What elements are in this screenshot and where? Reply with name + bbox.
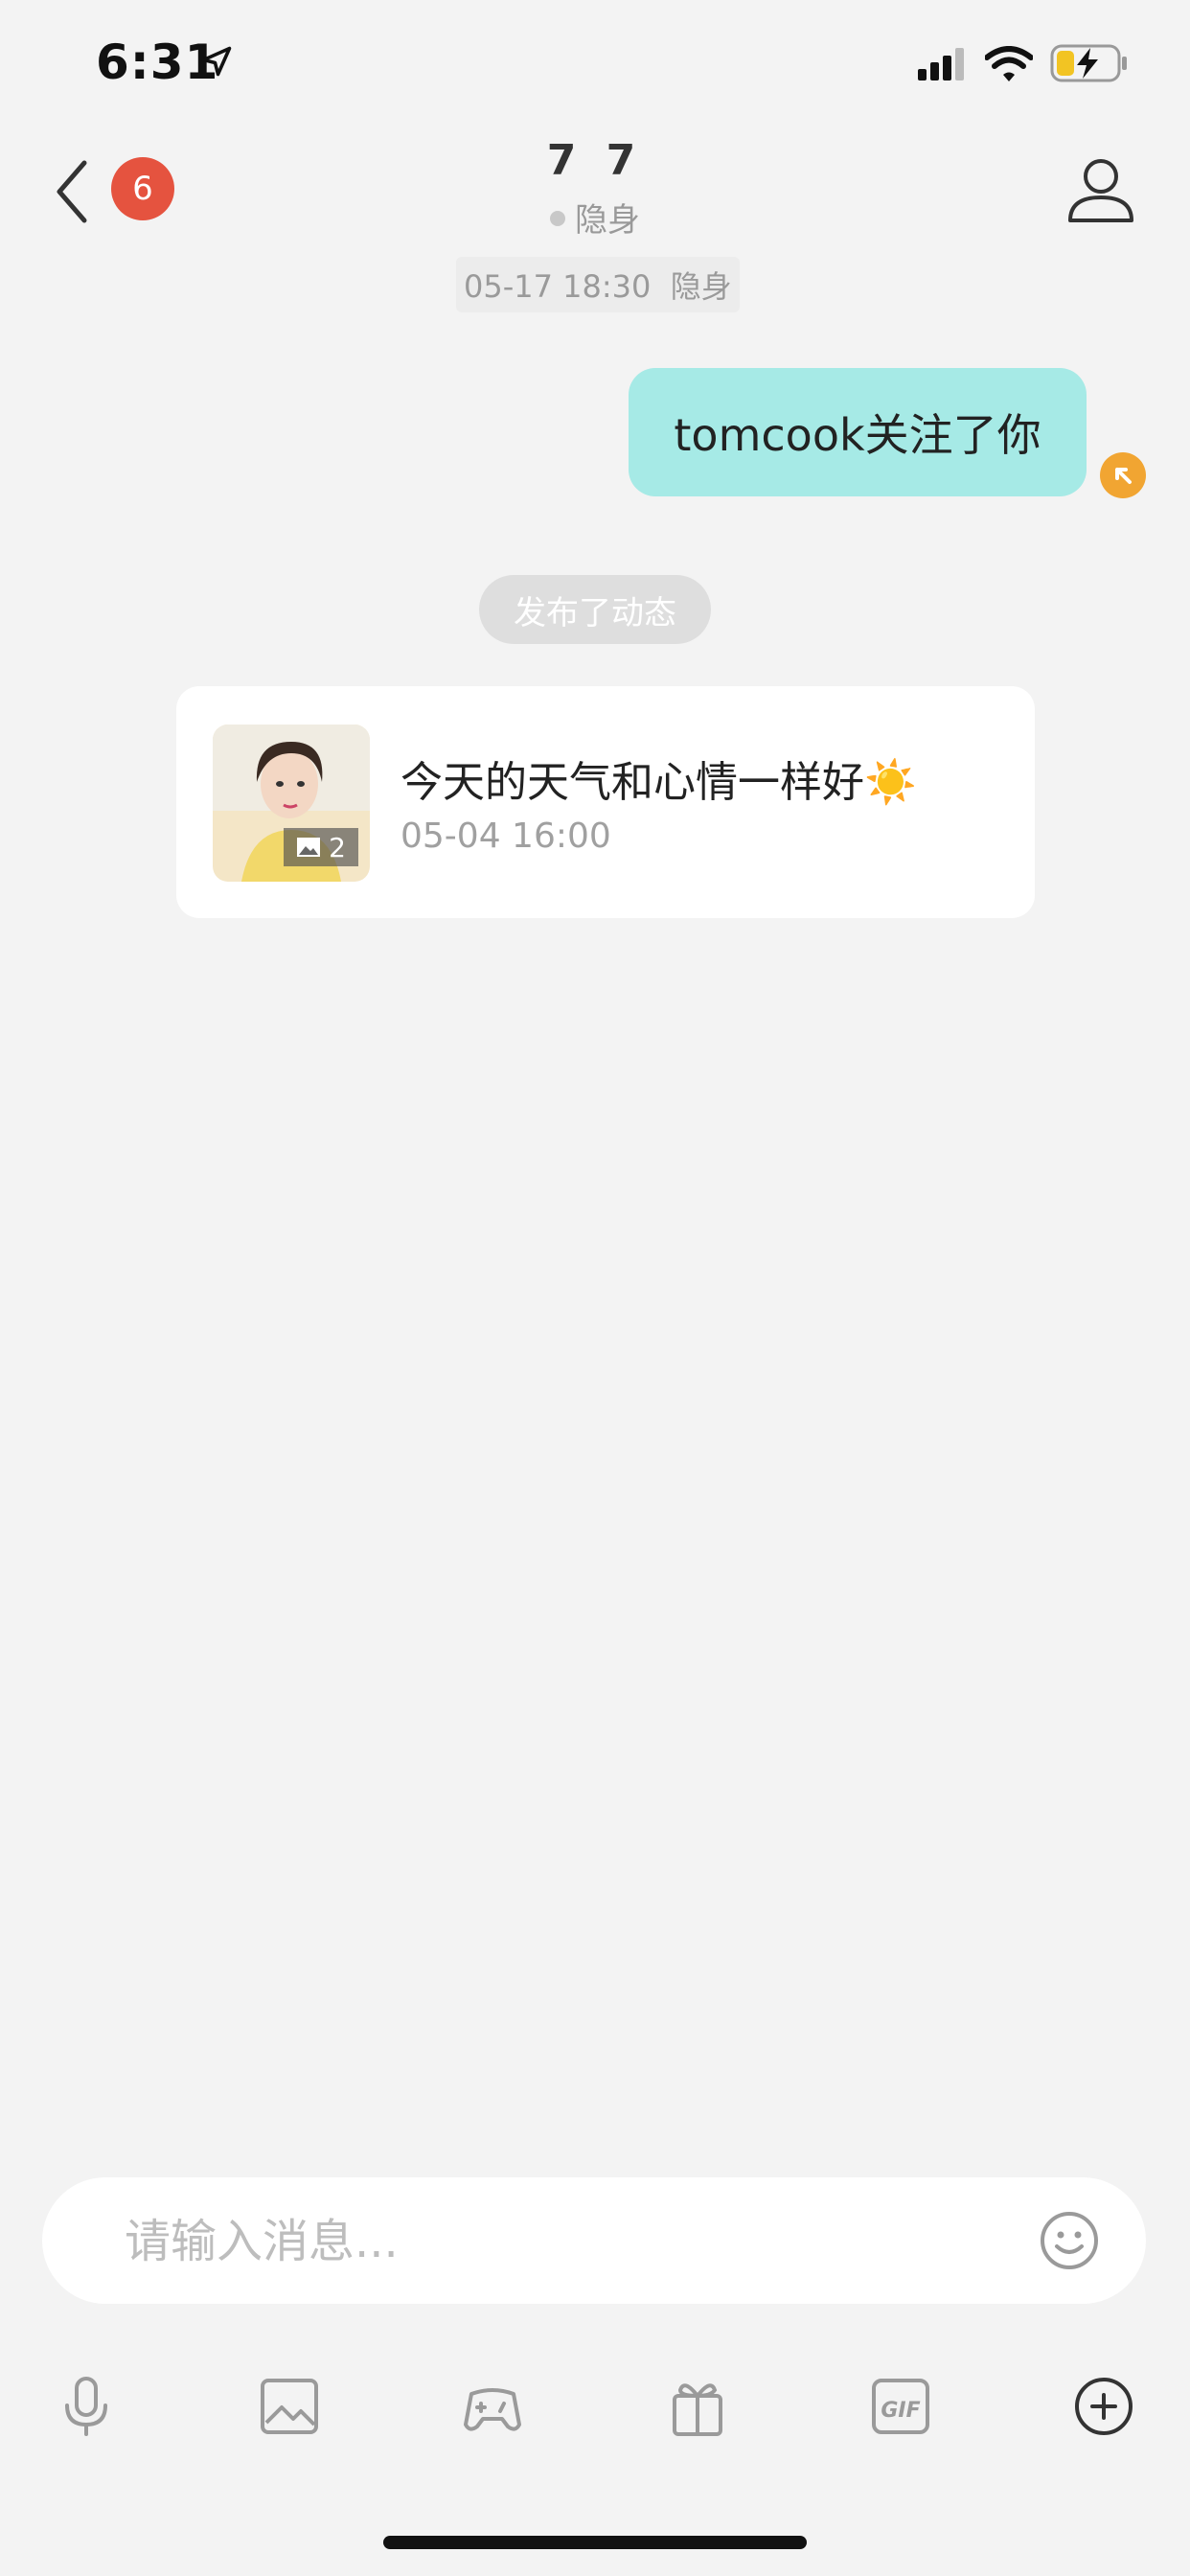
cellular-signal-icon [918,48,964,80]
message-timestamp: 05-17 18:30 隐身 [456,257,740,312]
status-dot [550,210,565,226]
microphone-icon[interactable] [56,2375,117,2438]
emoji-icon[interactable] [1039,2210,1100,2271]
battery-charging-icon [1050,44,1127,82]
system-notice: 发布了动态 [479,575,711,644]
user-profile-icon[interactable] [1065,153,1136,224]
game-controller-icon[interactable] [462,2375,523,2438]
sent-message-bubble[interactable]: tomcook关注了你 [629,368,1087,496]
gift-icon[interactable] [667,2375,728,2438]
photo-count-badge: 2 [284,828,358,866]
moment-date: 05-04 16:00 [400,816,611,856]
image-icon [297,838,321,857]
home-indicator[interactable] [383,2536,807,2549]
moment-text: 今天的天气和心情一样好☀️ [400,758,917,807]
image-icon[interactable] [259,2375,320,2438]
wifi-icon [985,46,1033,81]
contact-status-text: 隐身 [575,201,640,240]
add-circle-icon[interactable] [1073,2375,1134,2438]
svg-text:GIF: GIF [881,2399,920,2423]
message-input[interactable] [123,2204,989,2279]
resend-arrow-icon[interactable] [1100,452,1146,498]
contact-name: 7 7 [546,136,644,185]
location-arrow-icon [201,46,232,77]
photo-count: 2 [329,831,346,863]
gif-icon[interactable]: GIF [870,2375,931,2438]
contact-status: 隐身 [0,194,1190,241]
